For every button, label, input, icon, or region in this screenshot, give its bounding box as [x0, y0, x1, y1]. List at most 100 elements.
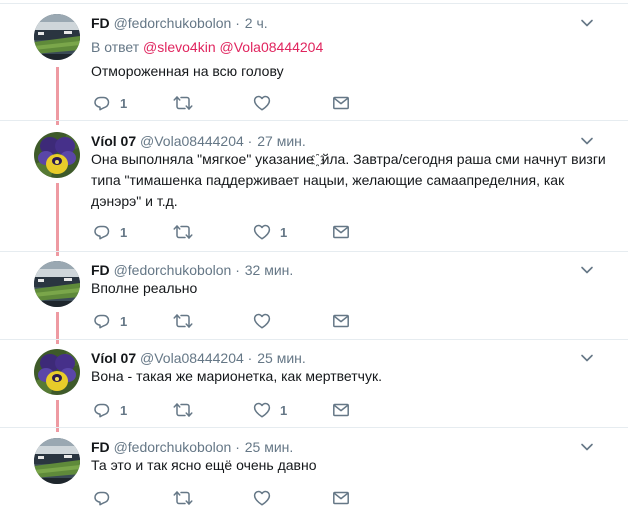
reply-button[interactable]: 1 — [93, 222, 127, 242]
tweet[interactable]: Víol 07 @Vola08444204 · 27 мин. Она выпо… — [0, 132, 628, 256]
reply-count: 1 — [120, 313, 128, 329]
reply-icon — [93, 401, 111, 419]
chevron-down-icon[interactable] — [580, 440, 594, 454]
display-name[interactable]: FD — [91, 15, 110, 31]
mail-icon — [332, 94, 350, 112]
separator: · — [247, 350, 253, 366]
conversation-timeline: FD @fedorchukobolon · 2 ч. В ответ @slev… — [0, 0, 628, 512]
retweet-button[interactable] — [173, 222, 202, 242]
tweet-header: FD @fedorchukobolon · 32 мин. — [91, 261, 293, 279]
reply-label: В ответ — [91, 39, 140, 55]
retweet-button[interactable] — [173, 93, 202, 113]
mention-link[interactable]: @Vola08444204 — [220, 39, 324, 55]
tweet[interactable]: FD @fedorchukobolon · 32 мин. Вполне реа… — [0, 261, 628, 341]
separator: · — [247, 133, 253, 149]
timestamp[interactable]: 25 мин. — [245, 439, 294, 455]
retweet-icon — [173, 312, 193, 330]
tweet[interactable]: FD @fedorchukobolon · 2 ч. В ответ @slev… — [0, 14, 628, 126]
tweet-text: Та это и так ясно ещё очень давно — [91, 457, 317, 473]
display-name[interactable]: Víol 07 — [91, 133, 136, 149]
separator: · — [235, 15, 240, 31]
mail-icon — [332, 223, 350, 241]
reply-icon — [93, 94, 111, 112]
chevron-down-icon[interactable] — [580, 351, 594, 365]
username[interactable]: @Vola08444204 — [140, 350, 244, 366]
tweet-text: Вона - такая же марионетка, как мертветч… — [91, 368, 382, 384]
avatar[interactable] — [34, 132, 80, 178]
tweet-divider — [0, 427, 628, 428]
direct-message-button[interactable] — [332, 222, 350, 242]
like-count: 1 — [280, 402, 288, 418]
like-button[interactable] — [253, 488, 280, 508]
tweet-divider — [0, 339, 628, 340]
chevron-down-icon[interactable] — [580, 263, 594, 277]
retweet-icon — [173, 489, 193, 507]
avatar[interactable] — [34, 14, 80, 60]
reply-icon — [93, 312, 111, 330]
tweet-header: FD @fedorchukobolon · 2 ч. — [91, 14, 268, 32]
heart-icon — [253, 94, 271, 112]
mail-icon — [332, 489, 350, 507]
direct-message-button[interactable] — [332, 488, 350, 508]
tweet-header: FD @fedorchukobolon · 25 мин. — [91, 438, 293, 456]
like-button[interactable] — [253, 311, 280, 331]
avatar[interactable] — [34, 261, 80, 307]
reply-button[interactable]: 1 — [93, 93, 127, 113]
top-divider — [0, 3, 628, 4]
retweet-button[interactable] — [173, 311, 202, 331]
chevron-down-icon[interactable] — [580, 16, 594, 30]
username[interactable]: @fedorchukobolon — [114, 262, 232, 278]
reply-count: 1 — [120, 95, 128, 111]
tweet-text: Отмороженная на всю голову — [91, 63, 284, 79]
tweet-actions: 1 1 — [91, 222, 371, 242]
separator: · — [235, 439, 240, 455]
tweet-divider — [0, 251, 628, 252]
reply-button[interactable] — [93, 488, 120, 508]
retweet-icon — [173, 401, 193, 419]
direct-message-button[interactable] — [332, 311, 350, 331]
heart-icon — [253, 489, 271, 507]
tweet-actions: 1 1 — [91, 400, 371, 420]
mention-link[interactable]: @slevo4kin — [143, 39, 216, 55]
display-name[interactable]: FD — [91, 439, 110, 455]
timestamp[interactable]: 2 ч. — [245, 15, 268, 31]
tweet-header: Víol 07 @Vola08444204 · 25 мин. — [91, 349, 306, 367]
reply-button[interactable]: 1 — [93, 311, 127, 331]
retweet-button[interactable] — [173, 400, 202, 420]
timestamp[interactable]: 27 мин. — [257, 133, 306, 149]
like-button[interactable] — [253, 93, 280, 113]
heart-icon — [253, 312, 271, 330]
direct-message-button[interactable] — [332, 400, 350, 420]
retweet-icon — [173, 223, 193, 241]
chevron-down-icon[interactable] — [580, 134, 594, 148]
display-name[interactable]: Víol 07 — [91, 350, 136, 366]
reply-icon — [93, 223, 111, 241]
like-button[interactable]: 1 — [253, 222, 287, 242]
like-button[interactable]: 1 — [253, 400, 287, 420]
reply-count: 1 — [120, 224, 128, 240]
display-name[interactable]: FD — [91, 262, 110, 278]
tweet[interactable]: FD @fedorchukobolon · 25 мин. Та это и т… — [0, 438, 628, 512]
avatar[interactable] — [34, 349, 80, 395]
tweet-actions: 1 — [91, 311, 371, 331]
timestamp[interactable]: 25 мин. — [257, 350, 306, 366]
heart-icon — [253, 223, 271, 241]
retweet-icon — [173, 94, 193, 112]
username[interactable]: @Vola08444204 — [140, 133, 244, 149]
reply-button[interactable]: 1 — [93, 400, 127, 420]
mail-icon — [332, 401, 350, 419]
reply-count: 1 — [120, 402, 128, 418]
tweet-text: Она выполняла "мягкое" указание ҈ йла. З… — [91, 151, 606, 209]
tweet-actions — [91, 488, 371, 508]
retweet-button[interactable] — [173, 488, 202, 508]
direct-message-button[interactable] — [332, 93, 350, 113]
tweet-text: Вполне реально — [91, 280, 198, 296]
timestamp[interactable]: 32 мин. — [245, 262, 294, 278]
avatar[interactable] — [34, 438, 80, 484]
username[interactable]: @fedorchukobolon — [114, 15, 232, 31]
username[interactable]: @fedorchukobolon — [114, 439, 232, 455]
separator: · — [235, 262, 240, 278]
tweet[interactable]: Víol 07 @Vola08444204 · 25 мин. Вона - т… — [0, 349, 628, 429]
tweet-divider — [0, 120, 628, 121]
tweet-header: Víol 07 @Vola08444204 · 27 мин. — [91, 132, 306, 150]
